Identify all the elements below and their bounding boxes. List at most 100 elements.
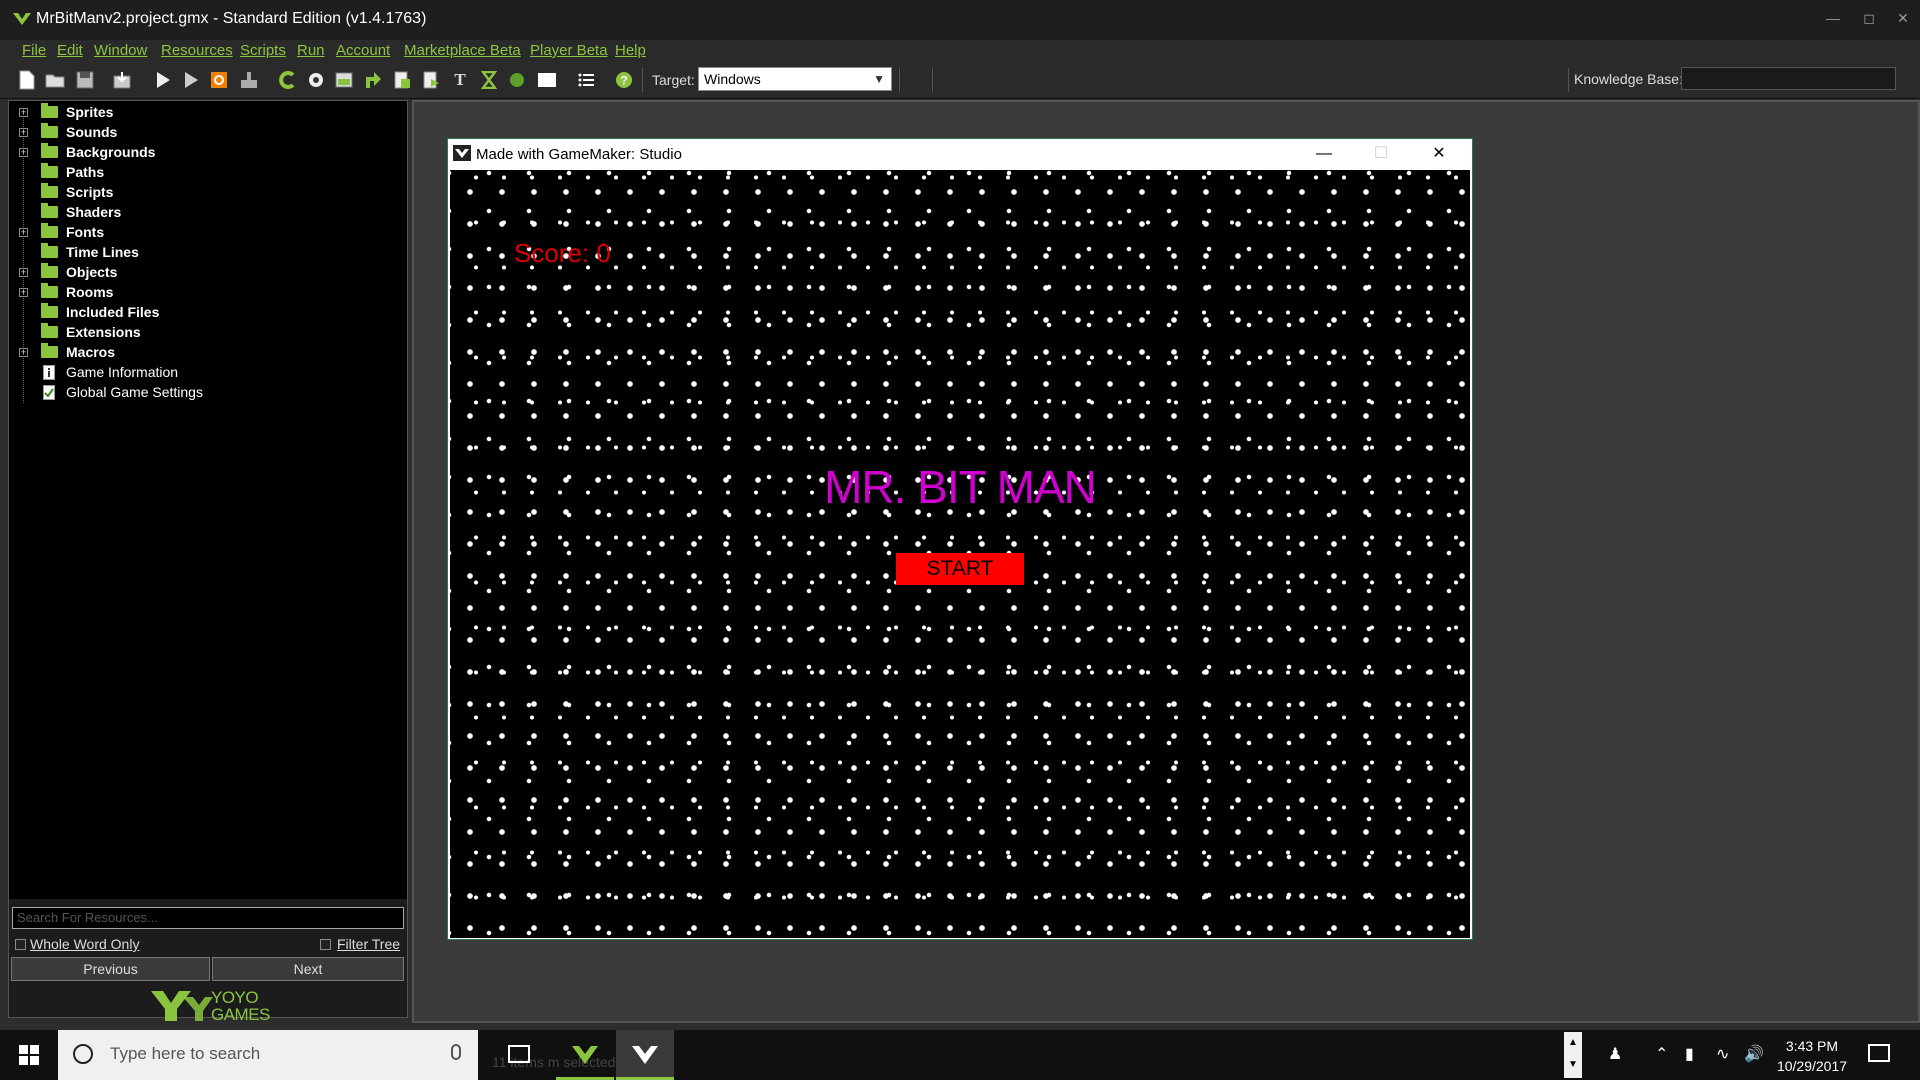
maximize-icon[interactable]: ◻ [1856, 8, 1882, 28]
game-window-title: Made with GameMaker: Studio [476, 146, 682, 163]
task-view-icon[interactable] [508, 1045, 530, 1063]
battery-icon[interactable]: ▮ [1685, 1044, 1694, 1064]
windows-start-button[interactable] [0, 1030, 58, 1080]
target-label: Target: [652, 72, 695, 88]
game-canvas[interactable]: Score: 0 MR. BIT MAN START [450, 170, 1470, 938]
expand-icon[interactable]: + [19, 347, 28, 357]
create-timeline-icon[interactable] [478, 69, 500, 91]
svg-text:?: ? [620, 74, 627, 88]
expand-icon[interactable]: + [19, 287, 28, 297]
menu-account[interactable]: Account [336, 42, 390, 59]
knowledge-base-label: Knowledge Base: [1574, 71, 1683, 87]
create-background-icon[interactable] [333, 69, 355, 91]
taskbar-search-box[interactable]: Type here to search [58, 1030, 478, 1080]
create-sprite-icon[interactable] [276, 69, 298, 91]
folder-icon [41, 143, 58, 158]
minimize-icon[interactable]: — [1304, 141, 1344, 167]
menu-resources[interactable]: Resources [161, 42, 233, 59]
menu-file[interactable]: File [22, 42, 46, 59]
folder-icon [41, 243, 58, 258]
filter-tree-checkbox[interactable] [320, 939, 331, 950]
taskbar: Type here to search 11 items m selected … [0, 1030, 1920, 1080]
expand-icon[interactable]: + [19, 107, 28, 117]
resource-tree: + Sprites + Sounds + Backgrounds Paths Scri… [9, 101, 407, 899]
menu-help[interactable]: Help [615, 42, 646, 59]
whole-word-checkbox[interactable] [15, 939, 26, 950]
menu-scripts[interactable]: Scripts [240, 42, 286, 59]
resource-pane: + Sprites + Sounds + Backgrounds Paths Scri… [8, 100, 408, 1024]
expand-icon[interactable]: + [19, 127, 28, 137]
knowledge-base-input[interactable] [1681, 67, 1896, 90]
clean-icon[interactable] [238, 69, 260, 91]
stop-icon[interactable] [208, 69, 230, 91]
create-path-icon[interactable] [362, 69, 384, 91]
previous-button[interactable]: Previous [11, 957, 210, 981]
folder-icon [41, 343, 58, 358]
start-button[interactable]: START [896, 553, 1024, 585]
people-icon[interactable]: ♟ [1608, 1044, 1622, 1064]
minimize-icon[interactable]: — [1820, 8, 1846, 28]
folder-icon [41, 183, 58, 198]
game-window: Made with GameMaker: Studio — ☐ ✕ Score:… [447, 138, 1473, 940]
create-script-icon[interactable] [391, 69, 413, 91]
open-project-icon[interactable] [44, 69, 66, 91]
microphone-icon[interactable] [451, 1044, 461, 1060]
menu-marketplace-beta[interactable]: Marketplace Beta [404, 42, 521, 59]
folder-icon [41, 323, 58, 338]
expand-icon[interactable]: + [19, 267, 28, 277]
taskbar-search-placeholder: Type here to search [110, 1044, 261, 1063]
menu-run[interactable]: Run [297, 42, 325, 59]
close-icon[interactable]: ✕ [1890, 8, 1916, 28]
help-icon[interactable]: ? [613, 69, 635, 91]
title-bar: MrBitManv2.project.gmx - Standard Editio… [0, 0, 1920, 41]
gamemaker-logo-icon [13, 13, 31, 25]
menu-player-beta[interactable]: Player Beta [530, 42, 608, 59]
save-project-icon[interactable] [74, 69, 96, 91]
taskbar-gamemaker-ide[interactable] [556, 1030, 614, 1080]
export-icon[interactable] [112, 69, 134, 91]
folder-icon [41, 103, 58, 118]
run-icon[interactable] [152, 69, 174, 91]
info-document-icon [43, 364, 55, 380]
create-font-icon[interactable]: T [449, 69, 471, 91]
game-settings-icon[interactable] [575, 69, 597, 91]
create-room-icon[interactable] [536, 69, 558, 91]
gamemaker-logo-icon [572, 1046, 598, 1064]
menu-bar: File Edit Window Resources Scripts Run A… [0, 40, 1920, 62]
gamemaker-logo-icon [632, 1046, 658, 1064]
cortana-icon [73, 1044, 93, 1064]
clock[interactable]: 3:43 PM 10/29/2017 [1762, 1036, 1862, 1076]
wifi-icon[interactable]: ∿ [1716, 1044, 1729, 1064]
windows-logo-icon [19, 1045, 39, 1065]
filter-tree-label: Filter Tree [337, 936, 401, 952]
tray-scroll-control[interactable]: ▲ ▼ [1564, 1032, 1582, 1078]
clock-date: 10/29/2017 [1776, 1058, 1848, 1074]
create-sound-icon[interactable] [305, 69, 327, 91]
maximize-icon[interactable]: ☐ [1361, 141, 1401, 167]
folder-icon [41, 163, 58, 178]
resource-search-input[interactable]: Search For Resources... [12, 907, 404, 929]
create-shader-icon[interactable] [420, 69, 442, 91]
taskbar-game-runner[interactable] [616, 1030, 674, 1080]
expand-icon[interactable]: + [19, 147, 28, 157]
folder-icon [41, 223, 58, 238]
settings-check-icon [43, 384, 55, 400]
whole-word-label: Whole Word Only [30, 936, 140, 952]
close-icon[interactable]: ✕ [1419, 141, 1459, 167]
folder-icon [41, 263, 58, 278]
menu-window[interactable]: Window [94, 42, 147, 59]
create-object-icon[interactable] [506, 69, 528, 91]
volume-icon[interactable]: 🔊 [1744, 1044, 1764, 1064]
target-dropdown[interactable]: Windows ▼ [698, 67, 892, 91]
chevron-up-icon[interactable]: ⌃ [1655, 1044, 1668, 1064]
folder-icon [41, 283, 58, 298]
new-project-icon[interactable] [16, 69, 38, 91]
notifications-icon[interactable] [1868, 1044, 1890, 1062]
clock-time: 3:43 PM [1785, 1038, 1839, 1054]
debug-icon[interactable] [180, 69, 202, 91]
target-value: Windows [704, 71, 761, 87]
menu-edit[interactable]: Edit [57, 42, 83, 59]
next-button[interactable]: Next [212, 957, 404, 981]
folder-icon [41, 303, 58, 318]
expand-icon[interactable]: + [19, 227, 28, 237]
